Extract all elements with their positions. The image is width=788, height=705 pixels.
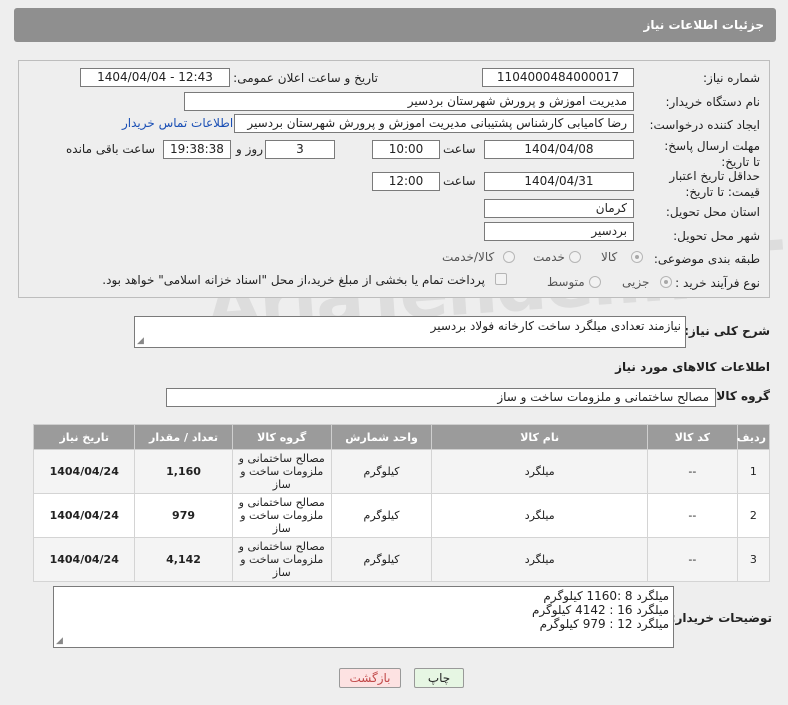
description-label: شرح کلی نیاز: [684, 324, 770, 338]
cell-name: میلگرد [431, 537, 649, 582]
col-date: تاریخ نیاز [32, 424, 136, 450]
treasury-payment-checkbox[interactable] [495, 273, 507, 285]
cell-row: 3 [736, 537, 771, 582]
cell-date: 1404/04/24 [32, 537, 136, 582]
cell-unit: کیلوگرم [330, 493, 433, 538]
cell-unit: کیلوگرم [330, 449, 433, 494]
col-code: کد کالا [647, 424, 738, 450]
deadline-label: مهلت ارسال پاسخ: تا تاریخ: [660, 138, 760, 170]
deadline-time-field: 10:00 [372, 140, 440, 159]
requester-field: رضا کامیابی کارشناس پشتیبانی مدیریت اموز… [234, 114, 634, 133]
validity-time-field: 12:00 [372, 172, 440, 191]
col-row: ردیف [736, 424, 771, 450]
purchase-radio-medium[interactable] [589, 276, 601, 288]
col-unit: واحد شمارش [330, 424, 433, 450]
category-option-goods-service: کالا/خدمت [442, 250, 495, 264]
description-field: نیازمند تعدادی میلگرد ساخت کارخانه فولاد… [134, 316, 686, 348]
deadline-date-field: 1404/04/08 [484, 140, 634, 159]
buyer-org-field: مدیریت اموزش و پرورش شهرستان بردسیر [184, 92, 634, 111]
cell-date: 1404/04/24 [32, 493, 136, 538]
cell-unit: کیلوگرم [330, 537, 433, 582]
need-number-label: شماره نیاز: [703, 71, 760, 85]
validity-label: حداقل تاریخ اعتبار قیمت: تا تاریخ: [650, 168, 760, 200]
goods-table-header: ردیف کد کالا نام کالا واحد شمارش گروه کا… [32, 424, 771, 450]
table-row: 2 -- میلگرد کیلوگرم مصالح ساختمانی و ملز… [32, 493, 771, 538]
col-group: گروه کالا [231, 424, 332, 450]
buyer-contact-link[interactable]: اطلاعات تماس خریدار [122, 116, 233, 130]
cell-row: 1 [736, 449, 771, 494]
announce-field: 1404/04/04 - 12:43 [80, 68, 230, 87]
category-label: طبقه بندی موضوعی: [653, 252, 760, 266]
need-number-field: 1104000484000017 [482, 68, 634, 87]
category-radio-service[interactable] [569, 251, 581, 263]
validity-time-label: ساعت [443, 174, 476, 188]
category-radio-goods-service[interactable] [503, 251, 515, 263]
cell-group: مصالح ساختمانی و ملزومات ساخت و ساز [231, 537, 332, 582]
province-field: کرمان [484, 199, 634, 218]
category-option-service: خدمت [533, 250, 565, 264]
buyer-notes-label: توضیحات خریدار: [670, 611, 772, 625]
cell-qty: 1,160 [134, 449, 233, 494]
table-row: 1 -- میلگرد کیلوگرم مصالح ساختمانی و ملز… [32, 449, 771, 494]
treasury-payment-note: پرداخت تمام یا بخشی از مبلغ خرید،از محل … [102, 273, 485, 287]
goods-table: ردیف کد کالا نام کالا واحد شمارش گروه کا… [32, 424, 771, 582]
cell-name: میلگرد [431, 449, 649, 494]
buyer-notes-text: میلگرد 8 :1160 کیلوگرم میلگرد 16 : 4142 … [531, 589, 669, 631]
description-text: نیازمند تعدادی میلگرد ساخت کارخانه فولاد… [430, 319, 681, 333]
buyer-org-label: نام دستگاه خریدار: [665, 95, 761, 109]
purchase-option-medium: متوسط [547, 275, 585, 289]
announce-label: تاریخ و ساعت اعلان عمومی: [233, 71, 378, 85]
category-option-goods: کالا [601, 250, 618, 264]
requester-label: ایجاد کننده درخواست: [649, 118, 760, 132]
resize-grip-icon[interactable]: ◢ [56, 637, 63, 646]
purchase-option-partial: جزیی [622, 275, 650, 289]
city-label: شهر محل تحویل: [673, 229, 760, 243]
goods-group-label: گروه کالا: [711, 389, 770, 403]
goods-section-title: اطلاعات کالاهای مورد نیاز [615, 360, 770, 374]
table-row: 3 -- میلگرد کیلوگرم مصالح ساختمانی و ملز… [32, 537, 771, 582]
category-radio-goods[interactable] [631, 251, 643, 263]
buyer-notes-field: میلگرد 8 :1160 کیلوگرم میلگرد 16 : 4142 … [53, 586, 674, 648]
print-button[interactable]: چاپ [414, 668, 464, 688]
goods-group-field: مصالح ساختمانی و ملزومات ساخت و ساز [166, 388, 716, 407]
cell-name: میلگرد [431, 493, 649, 538]
city-field: بردسیر [484, 222, 634, 241]
remaining-time-field: 19:38:38 [163, 140, 231, 159]
back-button[interactable]: بازگشت [339, 668, 401, 688]
days-label: روز و [236, 142, 263, 156]
page-title: جزئیات اطلاعات نیاز [14, 8, 776, 42]
cell-row: 2 [736, 493, 771, 538]
province-label: استان محل تحویل: [665, 205, 760, 219]
cell-code: -- [647, 537, 738, 582]
cell-qty: 979 [134, 493, 233, 538]
deadline-label-text: مهلت ارسال پاسخ: تا تاریخ: [664, 139, 760, 169]
remaining-time-label: ساعت باقی مانده [66, 142, 156, 156]
cell-qty: 4,142 [134, 537, 233, 582]
deadline-time-label: ساعت [443, 142, 476, 156]
days-field: 3 [265, 140, 335, 159]
col-qty: تعداد / مقدار [134, 424, 233, 450]
validity-date-field: 1404/04/31 [484, 172, 634, 191]
validity-label-text: حداقل تاریخ اعتبار قیمت: تا تاریخ: [669, 169, 760, 199]
cell-group: مصالح ساختمانی و ملزومات ساخت و ساز [231, 449, 332, 494]
cell-code: -- [647, 493, 738, 538]
purchase-radio-partial[interactable] [660, 276, 672, 288]
purchase-type-label: نوع فرآیند خرید : [675, 276, 760, 290]
resize-grip-icon[interactable]: ◢ [137, 337, 144, 346]
col-name: نام کالا [431, 424, 649, 450]
cell-code: -- [647, 449, 738, 494]
cell-group: مصالح ساختمانی و ملزومات ساخت و ساز [231, 493, 332, 538]
cell-date: 1404/04/24 [32, 449, 136, 494]
